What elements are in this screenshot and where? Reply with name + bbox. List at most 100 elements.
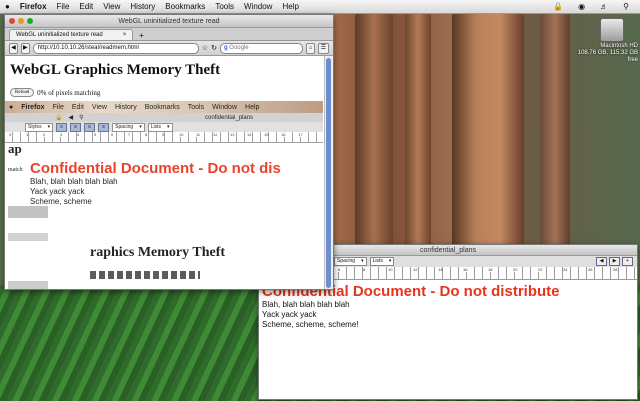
reload-button[interactable]: Reload: [10, 88, 35, 97]
stolen-toolbar: Styles ▾ ≡ ≡ ≡ ≡ Spacing ▾ Lists ▾: [5, 122, 323, 132]
close-icon[interactable]: ×: [123, 32, 127, 38]
stolen-heading-fragment: raphics Memory Theft: [90, 245, 226, 260]
tab-webgl[interactable]: WebGL uninitialized texture read ×: [9, 29, 134, 40]
ruler-label: 14: [438, 267, 443, 272]
stolen-menu-item: Window: [212, 103, 238, 111]
menu-app-firefox[interactable]: Firefox: [15, 2, 52, 11]
volume-icon[interactable]: ♬: [595, 2, 613, 11]
tab-strip: WebGL uninitialized texture read × +: [5, 28, 333, 41]
chevron-down-icon: ▾: [361, 258, 364, 264]
stolen-confidential-heading: Confidential Document - Do not dis: [30, 160, 281, 177]
styles-select: Styles ▾: [25, 122, 54, 132]
system-menubar: ● Firefox File Edit View History Bookmar…: [0, 0, 640, 14]
stolen-menubar: ● Firefox File Edit View History Bookmar…: [5, 101, 323, 113]
menu-bookmarks[interactable]: Bookmarks: [160, 2, 210, 11]
hd-name: Macintosh HD: [600, 43, 638, 49]
chevron-down-icon: ▾: [47, 123, 51, 130]
page-next-icon[interactable]: ▶: [609, 257, 620, 266]
ruler-label: 11: [196, 132, 201, 137]
ruler-label: 16: [281, 132, 286, 137]
align-right-icon: ≡: [84, 122, 96, 132]
page-prev-icon[interactable]: ◀: [596, 257, 607, 266]
ruler-label: 26: [588, 267, 593, 272]
stolen-doc-line: Yack yack yack: [30, 187, 85, 196]
lists-select[interactable]: Lists ▾: [369, 257, 395, 266]
navigation-toolbar: ◀ ▶ http://10.10.10.26/steal/readmem.htm…: [5, 41, 333, 56]
wifi-icon[interactable]: ◉: [573, 2, 590, 11]
menu-icon[interactable]: ☰: [317, 42, 330, 54]
ruler-label: 6: [111, 132, 114, 137]
doc-line: Yack yack yack: [262, 310, 317, 319]
back-icon: ◀: [68, 115, 74, 121]
stolen-window-title: confidential_plans: [205, 114, 254, 121]
lock-icon: 🔒: [55, 115, 63, 121]
google-icon: g: [223, 44, 228, 51]
search-input[interactable]: g Google: [219, 42, 303, 54]
stolen-menu-item: Help: [245, 103, 260, 111]
stolen-doc-line: Blah, blah blah blah blah: [30, 177, 118, 186]
stolen-doc-line: Scheme, scheme: [30, 197, 92, 206]
stolen-gray-block: [8, 233, 48, 241]
ruler-label: 12: [213, 132, 218, 137]
align-left-icon: ≡: [56, 122, 68, 132]
lock-icon[interactable]: 🔒: [548, 2, 568, 11]
home-icon[interactable]: ⌂: [305, 42, 315, 54]
ruler-label: 0: [9, 132, 12, 137]
page-title: WebGL Graphics Memory Theft: [10, 62, 221, 78]
stolen-menu-item: History: [114, 103, 137, 111]
hard-drive-icon[interactable]: [600, 18, 624, 42]
stolen-menu-item: Firefox: [21, 103, 45, 111]
page-content: WebGL Graphics Memory Theft Reload 0% of…: [5, 56, 333, 289]
ruler-label: 14: [247, 132, 252, 137]
doc-line: Scheme, scheme, scheme!: [262, 320, 359, 329]
reload-icon[interactable]: ↻: [211, 44, 217, 52]
spacing-select[interactable]: Spacing ▾: [334, 257, 367, 266]
styles-label: Styles: [28, 123, 42, 130]
bookmark-star-icon[interactable]: ☆: [202, 44, 208, 52]
stolen-texture-canvas: ● Firefox File Edit View History Bookmar…: [5, 101, 323, 289]
hard-drive-label: Macintosh HD 108.76 GB, 115.32 GB free: [568, 43, 638, 64]
menu-edit[interactable]: Edit: [74, 2, 98, 11]
ruler-label: 10: [179, 132, 184, 137]
menu-help[interactable]: Help: [277, 2, 303, 11]
browser-titlebar[interactable]: WebGL uninitialized texture read: [5, 15, 333, 28]
forward-icon[interactable]: ▶: [20, 42, 30, 54]
ruler-label: 9: [162, 132, 165, 137]
ruler-label: 7: [128, 132, 131, 137]
ruler-label: 18: [488, 267, 493, 272]
scroll-thumb[interactable]: [326, 58, 331, 288]
spotlight-icon[interactable]: ⚲: [618, 2, 634, 11]
reload-row: Reload 0% of pixels matching: [10, 88, 100, 97]
browser-window: WebGL uninitialized texture read WebGL u…: [4, 14, 334, 290]
ruler-label: 17: [298, 132, 303, 137]
menu-history[interactable]: History: [125, 2, 160, 11]
lists-label: Lists: [150, 123, 162, 130]
ruler-label: 8: [363, 267, 366, 272]
menu-view[interactable]: View: [98, 2, 125, 11]
chevron-down-icon: ▾: [388, 258, 392, 264]
menu-tools[interactable]: Tools: [210, 2, 239, 11]
ruler-label: 24: [563, 267, 568, 272]
apple-icon[interactable]: ●: [0, 2, 15, 11]
ruler-label: 12: [413, 267, 418, 272]
back-icon[interactable]: ◀: [9, 42, 18, 54]
spacing-select: Spacing ▾: [112, 122, 145, 132]
ruler-label: 3: [60, 132, 63, 137]
hd-capacity: 108.76 GB, 115.32 GB free: [577, 50, 638, 63]
lists-select: Lists ▾: [147, 122, 173, 132]
stolen-fragment-ap: ap: [8, 141, 22, 156]
new-tab-button[interactable]: +: [133, 31, 150, 40]
ruler-label: 22: [538, 267, 543, 272]
lists-label: Lists: [372, 258, 383, 264]
menubar-status-icons: 🔒 ◉ ♬ ⚲: [548, 2, 640, 11]
page-add-icon[interactable]: +: [622, 257, 633, 266]
stolen-gray-block: [8, 281, 48, 289]
vertical-scrollbar[interactable]: [324, 56, 333, 289]
url-input[interactable]: http://10.10.10.26/steal/readmem.html: [32, 42, 199, 54]
menu-window[interactable]: Window: [239, 2, 277, 11]
match-status: 0% of pixels matching: [37, 88, 101, 97]
ruler-label: 2: [43, 132, 46, 137]
menu-file[interactable]: File: [52, 2, 75, 11]
align-center-icon: ≡: [70, 122, 82, 132]
ruler-label: 20: [513, 267, 518, 272]
